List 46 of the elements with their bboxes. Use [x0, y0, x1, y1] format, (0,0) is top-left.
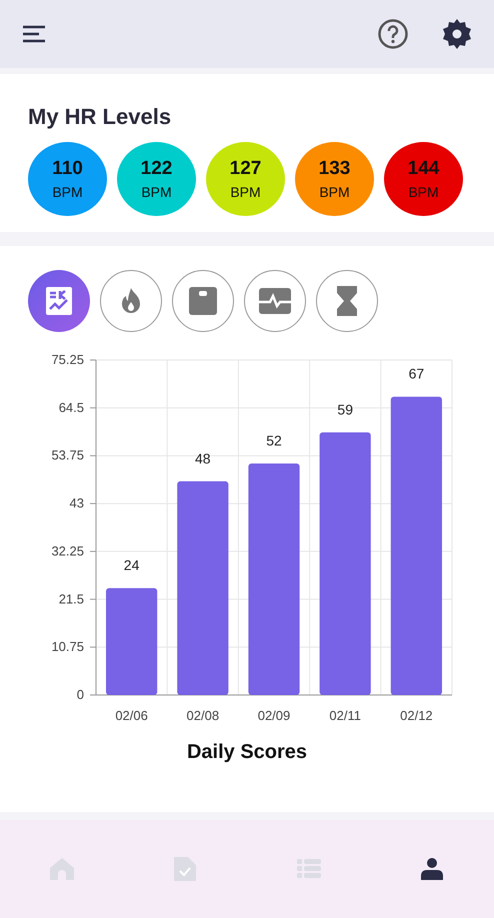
document-check-icon	[174, 857, 196, 881]
bpm-unit: BPM	[141, 184, 172, 200]
list-icon	[296, 859, 321, 879]
bpm-unit: BPM	[52, 184, 83, 200]
flame-icon	[120, 288, 142, 314]
menu-button[interactable]	[22, 25, 46, 43]
settings-button[interactable]	[442, 19, 472, 49]
hourglass-icon	[337, 286, 357, 316]
person-icon	[421, 858, 444, 880]
bpm-unit: BPM	[319, 184, 350, 200]
scale-icon	[189, 287, 217, 315]
bpm-value: 122	[140, 158, 172, 180]
chart-title: Daily Scores	[186, 741, 308, 763]
data-label: 52	[266, 432, 282, 448]
bpm-value: 144	[408, 158, 440, 180]
y-tick-label: 0	[76, 687, 84, 702]
settings-icon	[442, 19, 472, 49]
x-tick-label: 02/09	[258, 708, 290, 723]
y-tick-label: 21.5	[58, 591, 84, 606]
x-tick-label: 02/06	[115, 708, 148, 723]
y-tick-label: 32.25	[51, 543, 84, 558]
y-tick-label: 64.5	[58, 400, 84, 415]
data-label: 59	[337, 401, 353, 418]
home-icon	[50, 858, 74, 880]
x-tick-label: 02/08	[186, 708, 220, 723]
bpm-unit: BPM	[408, 184, 439, 200]
section-title: My HR Levels	[28, 103, 172, 130]
x-tick-label: 02/11	[329, 708, 361, 723]
data-label: 67	[408, 366, 424, 382]
data-label: 24	[124, 557, 140, 574]
x-tick-label: 02/12	[400, 708, 433, 723]
bpm-value: 127	[230, 158, 262, 180]
y-tick-label: 53.75	[51, 448, 84, 463]
nav-tab[interactable]	[421, 858, 444, 880]
y-tick-label: 75.25	[51, 352, 84, 367]
help-button[interactable]	[378, 19, 408, 49]
help-icon	[378, 19, 408, 49]
chart-icon	[46, 287, 72, 315]
y-tick-label: 10.75	[51, 639, 84, 654]
bpm-value: 133	[318, 158, 350, 180]
menu-icon	[22, 25, 46, 43]
y-tick-label: 43	[70, 496, 84, 511]
bpm-unit: BPM	[230, 184, 261, 200]
data-label: 48	[195, 450, 211, 466]
pulse-icon	[259, 288, 291, 314]
bpm-value: 110	[52, 158, 83, 180]
